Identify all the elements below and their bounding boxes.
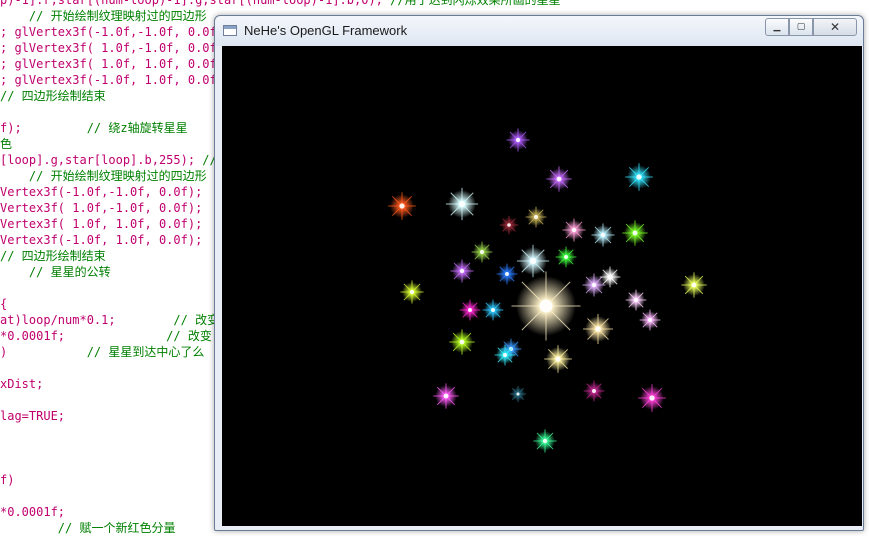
minimize-icon: ▁ (773, 22, 781, 32)
star-sprite (445, 187, 479, 221)
star-sprite (555, 246, 577, 268)
star-sprite (506, 128, 530, 152)
code-line: at)loop/num*0.1; // 改变 (0, 312, 219, 328)
star-sprite (625, 163, 653, 191)
star-sprite (583, 380, 605, 402)
code-comment: // 绕z轴旋转星星 (86, 121, 188, 135)
close-icon: ✕ (829, 20, 841, 34)
starfield (388, 128, 707, 453)
app-window-icon (223, 25, 237, 36)
star-sprite (449, 329, 475, 355)
star-sprite (494, 344, 516, 366)
opengl-window[interactable]: NeHe's OpenGL Framework ▁ ▢ ✕ (214, 15, 864, 531)
star-sprite (482, 299, 504, 321)
star-sprite (450, 259, 474, 283)
star-sprite (638, 384, 666, 412)
star-sprite (509, 385, 527, 403)
code-line: f); // 绕z轴旋转星星 (0, 120, 188, 136)
code-line: // 开始绘制纹理映射过的四边形 (0, 9, 207, 23)
code-line: lag=TRUE; (0, 409, 66, 423)
star-sprite (459, 299, 481, 321)
code-comment: // 改变 (173, 313, 220, 327)
code-line: xDist; (0, 377, 44, 391)
code-comment: // 改变 (166, 329, 212, 343)
code-text: [loop].g,star[loop].b,255); (0, 153, 203, 167)
code-comment: // 星星到达中心了么 (86, 345, 205, 359)
star-sprite (639, 309, 661, 331)
window-title: NeHe's OpenGL Framework (244, 23, 408, 38)
code-line: *0.0001f; (0, 505, 66, 519)
star-sprite (499, 215, 519, 235)
code-line: // 星星的公转 (0, 265, 111, 279)
code-line: { (0, 297, 8, 311)
render-viewport[interactable] (222, 46, 862, 526)
star-sprite (525, 206, 547, 228)
code-line: Vertex3f(-1.0f,-1.0f, 0.0f); (0, 185, 203, 199)
window-controls: ▁ ▢ ✕ (765, 18, 857, 37)
star-sprite (516, 244, 550, 278)
code-line: ; glVertex3f(-1.0f, 1.0f, 0.0f); (0, 73, 232, 87)
star-sprite (511, 271, 581, 341)
minimize-button[interactable]: ▁ (765, 18, 789, 36)
star-sprite (622, 220, 648, 246)
star-sprite (599, 266, 621, 288)
star-sprite (533, 429, 557, 453)
maximize-button[interactable]: ▢ (789, 18, 813, 36)
star-sprite (591, 223, 615, 247)
title-bar[interactable]: NeHe's OpenGL Framework ▁ ▢ ✕ (215, 16, 863, 46)
star-sprite (681, 272, 707, 298)
star-sprite (625, 289, 647, 311)
star-sprite (433, 383, 459, 409)
star-sprite (562, 218, 586, 242)
star-sprite (496, 263, 518, 285)
star-sprite (400, 280, 424, 304)
code-line: [loop].g,star[loop].b,255); //颜 (0, 152, 229, 168)
star-sprite (544, 345, 572, 373)
code-text: f); (0, 121, 87, 135)
star-sprite (583, 314, 613, 344)
code-line: Vertex3f(-1.0f, 1.0f, 0.0f); (0, 233, 203, 247)
code-line: ; glVertex3f( 1.0f, 1.0f, 0.0f); (0, 57, 232, 71)
close-button[interactable]: ✕ (813, 18, 857, 36)
star-sprite (471, 241, 493, 263)
code-line: p)-1].r,star[(num-loop)-1].g,star[(num-l… (0, 0, 561, 8)
star-sprite (546, 166, 572, 192)
code-line: Vertex3f( 1.0f,-1.0f, 0.0f); (0, 201, 203, 215)
maximize-icon: ▢ (796, 22, 806, 32)
code-line: 色 (0, 137, 13, 151)
code-line: Vertex3f( 1.0f, 1.0f, 0.0f); (0, 217, 203, 231)
code-comment: //用于达到闪烁效果所画的星星 (390, 0, 561, 7)
code-text: *0.0001f; (0, 329, 167, 343)
code-line: ; glVertex3f( 1.0f,-1.0f, 0.0f); (0, 41, 232, 55)
code-line: ) // 星星到达中心了么 (0, 344, 204, 360)
code-text: ) (0, 345, 87, 359)
code-line: // 开始绘制纹理映射过的四边形 (0, 169, 207, 183)
code-line: // 四边形绘制结束 (0, 249, 106, 263)
code-line: // 赋一个新红色分量 (0, 521, 176, 535)
star-sprite (388, 192, 416, 220)
code-text: p)-1].r,star[(num-loop)-1].g,star[(num-l… (0, 0, 391, 7)
code-line: *0.0001f; // 改变 (0, 328, 212, 344)
code-line: ; glVertex3f(-1.0f,-1.0f, 0.0f); (0, 25, 232, 39)
code-text: at)loop/num*0.1; (0, 313, 174, 327)
code-line: f) (0, 473, 15, 487)
code-line: // 四边形绘制结束 (0, 89, 106, 103)
